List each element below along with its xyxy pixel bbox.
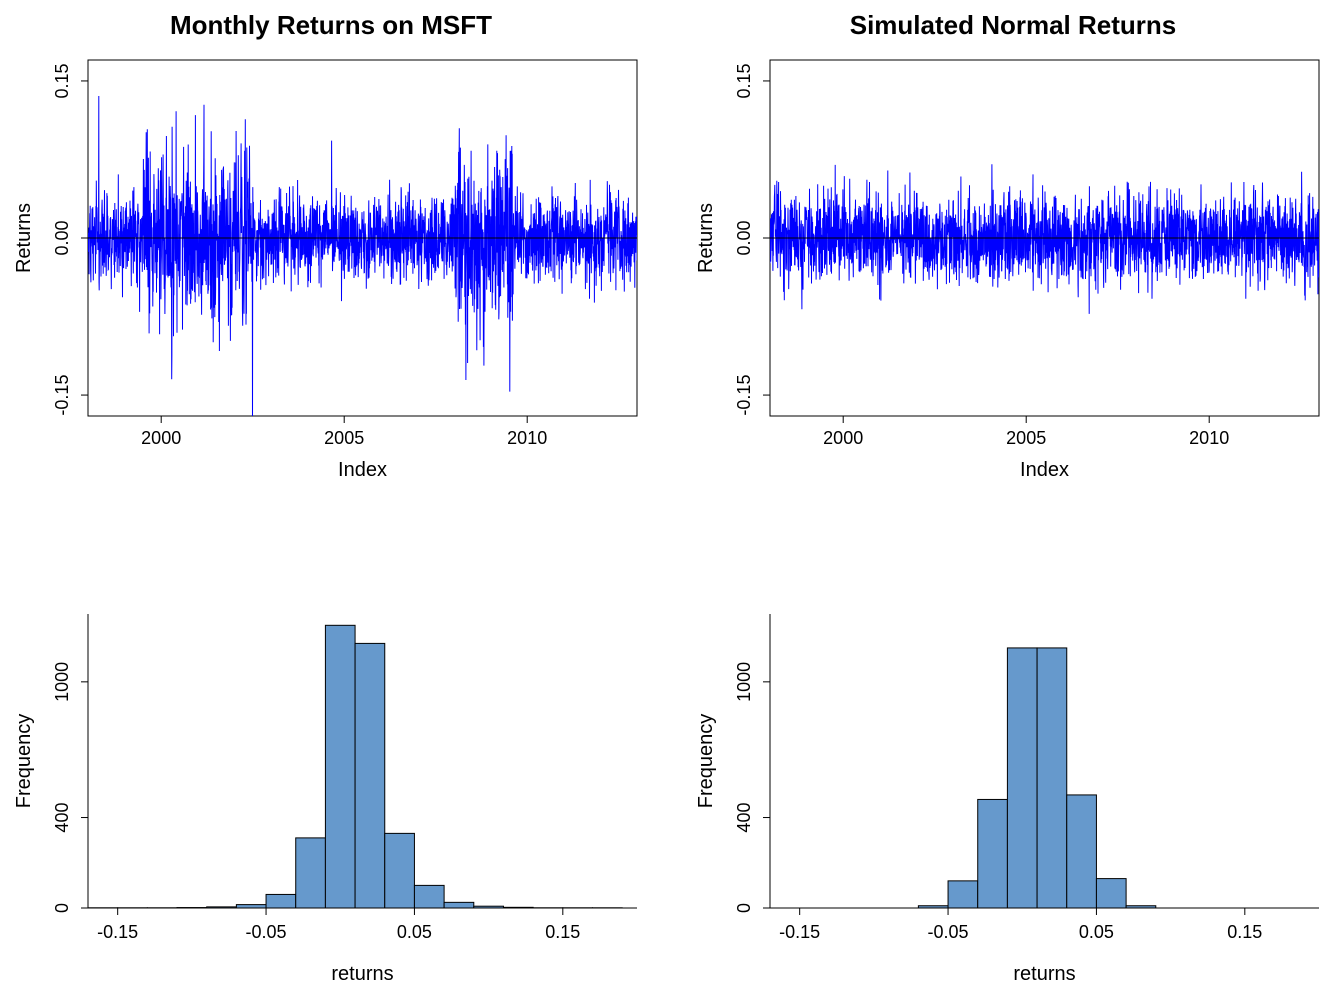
panel-ts-msft: Monthly Returns on MSFT 2000 2005 2010 -0.1… (10, 10, 652, 494)
svg-text:1000: 1000 (734, 662, 754, 702)
svg-text:2010: 2010 (1189, 428, 1229, 448)
svg-text:Frequency: Frequency (695, 714, 717, 809)
svg-text:0: 0 (52, 903, 72, 913)
svg-text:0.05: 0.05 (397, 922, 432, 942)
chart-title: Monthly Returns on MSFT (10, 10, 652, 42)
chart-grid: Monthly Returns on MSFT 2000 2005 2010 -0.1… (10, 10, 1334, 998)
chart-title (692, 514, 1334, 546)
chart-title (10, 514, 652, 546)
svg-text:Returns: Returns (13, 203, 35, 273)
svg-text:0: 0 (734, 903, 754, 913)
svg-text:Index: Index (1020, 459, 1069, 481)
histogram-sim: -0.15 -0.05 0.05 0.15 0 400 1000 returns Frequen… (692, 554, 1334, 998)
svg-text:returns: returns (331, 963, 393, 985)
svg-text:0.15: 0.15 (734, 63, 754, 98)
svg-text:2000: 2000 (823, 428, 863, 448)
svg-text:400: 400 (52, 803, 72, 833)
svg-text:-0.15: -0.15 (734, 375, 754, 416)
svg-text:Frequency: Frequency (13, 714, 35, 809)
svg-text:-0.15: -0.15 (779, 922, 820, 942)
svg-text:0.00: 0.00 (734, 220, 754, 255)
svg-text:2005: 2005 (1006, 428, 1046, 448)
svg-text:0.15: 0.15 (545, 922, 580, 942)
svg-text:0.15: 0.15 (52, 63, 72, 98)
svg-text:2000: 2000 (141, 428, 181, 448)
svg-text:400: 400 (734, 803, 754, 833)
histogram-msft: -0.15 -0.05 0.05 0.15 0 400 1000 returns Frequen… (10, 554, 652, 998)
svg-text:1000: 1000 (52, 662, 72, 702)
panel-ts-sim: Simulated Normal Returns 2000 2005 2010 -0.… (692, 10, 1334, 494)
svg-text:0.05: 0.05 (1079, 922, 1114, 942)
chart-title: Simulated Normal Returns (692, 10, 1334, 42)
svg-text:-0.05: -0.05 (928, 922, 969, 942)
svg-text:-0.15: -0.15 (97, 922, 138, 942)
svg-text:Index: Index (338, 459, 387, 481)
svg-text:2005: 2005 (324, 428, 364, 448)
timeseries-sim: 2000 2005 2010 -0.15 0.00 0.15 Index Returns (692, 50, 1334, 494)
svg-text:2010: 2010 (507, 428, 547, 448)
timeseries-msft: 2000 2005 2010 -0.15 0.00 0.15 Index Returns (10, 50, 652, 494)
svg-text:0.15: 0.15 (1227, 922, 1262, 942)
svg-text:-0.15: -0.15 (52, 375, 72, 416)
panel-hist-msft: -0.15 -0.05 0.05 0.15 0 400 1000 returns Frequen… (10, 514, 652, 998)
svg-text:returns: returns (1013, 963, 1075, 985)
svg-text:Returns: Returns (695, 203, 717, 273)
svg-text:0.00: 0.00 (52, 220, 72, 255)
panel-hist-sim: -0.15 -0.05 0.05 0.15 0 400 1000 returns Frequen… (692, 514, 1334, 998)
svg-text:-0.05: -0.05 (246, 922, 287, 942)
